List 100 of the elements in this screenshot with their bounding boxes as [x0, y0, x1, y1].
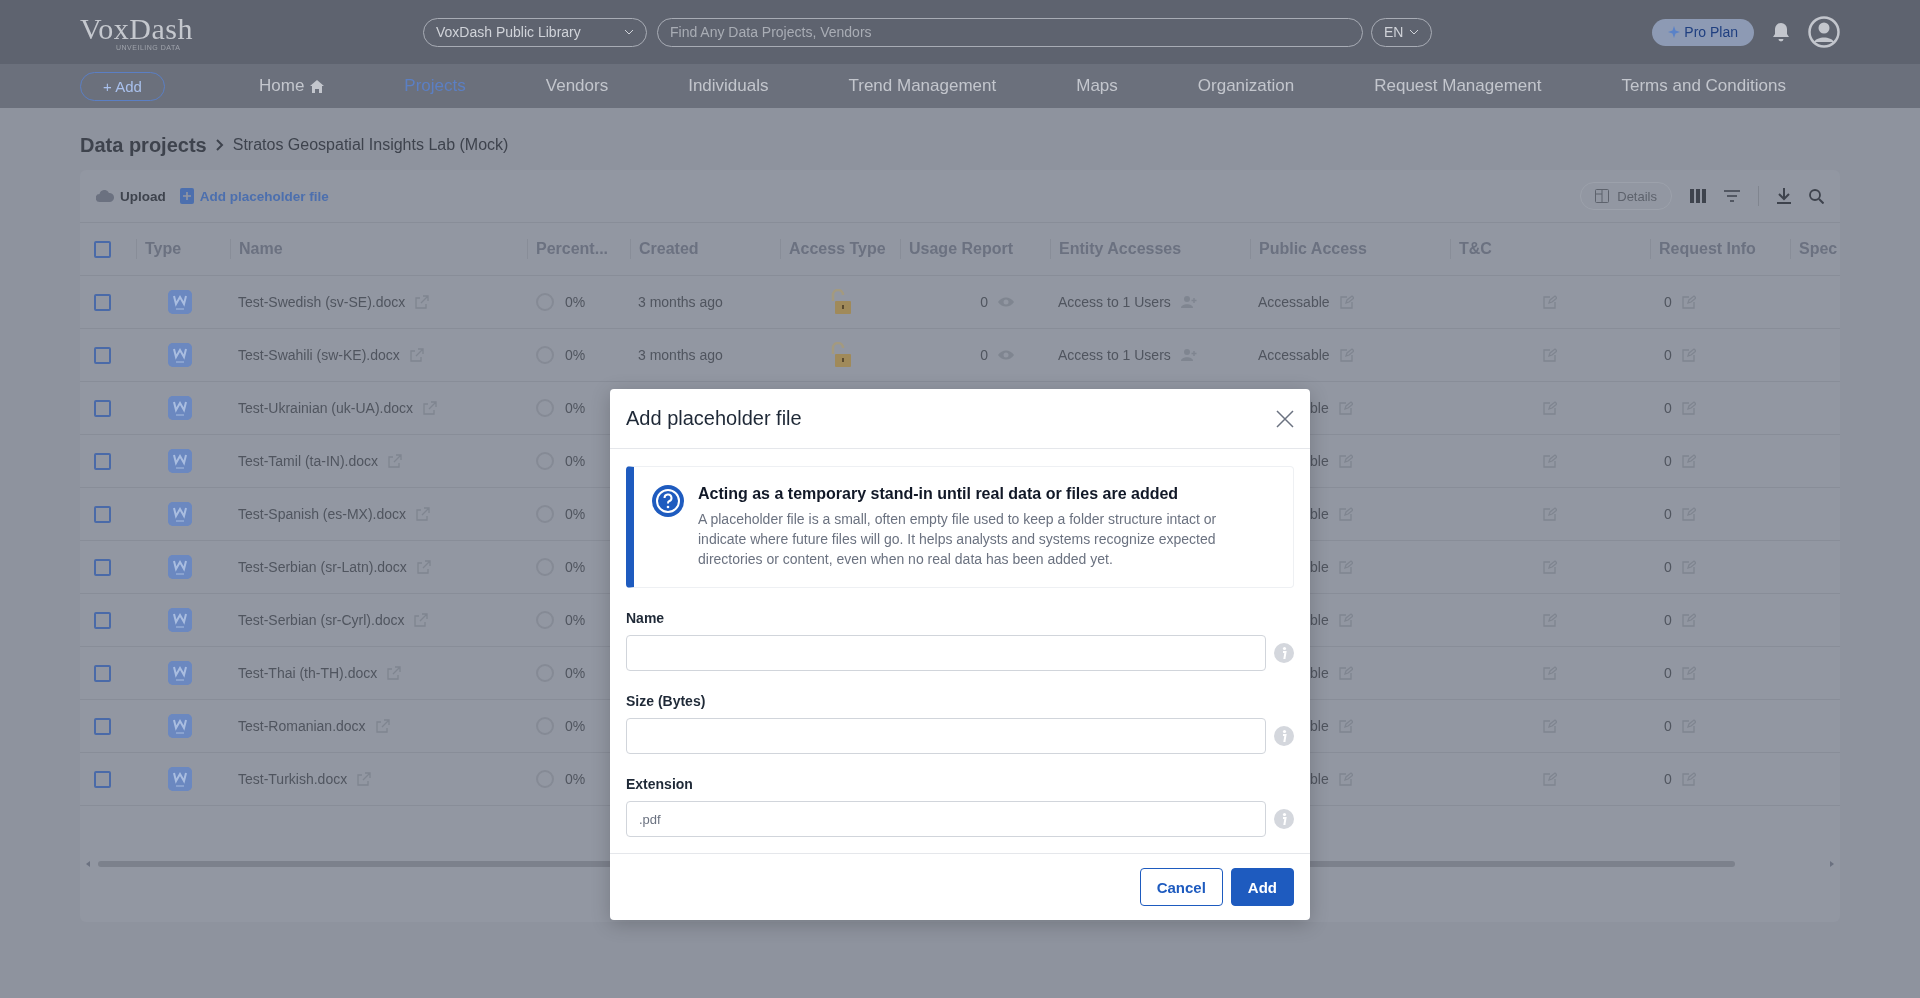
- file-name[interactable]: Test-Serbian (sr-Cyrl).docx: [238, 612, 405, 628]
- word-document-icon: [168, 396, 192, 420]
- bell-icon[interactable]: [1772, 22, 1790, 42]
- percent-text: 0%: [565, 453, 586, 469]
- nav-item[interactable]: Terms and Conditions: [1621, 76, 1786, 96]
- search-field[interactable]: Find Any Data Projects, Vendors: [657, 17, 1363, 47]
- created-text: 3 months ago: [638, 347, 723, 363]
- field-label: Name: [626, 610, 666, 626]
- file-name[interactable]: Test-Turkish.docx: [238, 771, 348, 787]
- usage-count: 0: [980, 347, 988, 363]
- word-document-icon: [168, 714, 192, 738]
- file-name[interactable]: Test-Swahili (sw-KE).docx: [238, 347, 400, 363]
- nav-item[interactable]: Home: [259, 76, 325, 96]
- public-access-text: ble: [1310, 718, 1329, 734]
- percent-text: 0%: [565, 718, 586, 734]
- public-access-text: ble: [1310, 665, 1329, 681]
- percent-text: 0%: [565, 506, 586, 522]
- download-icon[interactable]: [1777, 188, 1791, 204]
- request-count: 0: [1664, 347, 1672, 363]
- public-access-text: ble: [1310, 453, 1329, 469]
- row-checkbox[interactable]: [94, 452, 111, 470]
- info-title: Acting as a temporary stand-in until real data or files are added: [698, 485, 1180, 503]
- percent-text: 0%: [565, 665, 586, 681]
- breadcrumb-current: Stratos Geospatial Insights Lab (Mock): [232, 136, 509, 154]
- add-placeholder-button[interactable]: Add placeholder file: [179, 188, 329, 204]
- request-count: 0: [1664, 453, 1672, 469]
- info-icon: [1274, 809, 1294, 829]
- padlock-icon: [829, 342, 851, 368]
- file-name[interactable]: Test-Tamil (ta-IN).docx: [238, 453, 379, 469]
- nav-item[interactable]: Vendors: [545, 76, 609, 96]
- entity-access-text: Access to 1 Users: [1058, 347, 1171, 363]
- public-access-text: ble: [1310, 559, 1329, 575]
- chevron-icon: [214, 139, 225, 151]
- home-icon: [310, 79, 325, 93]
- request-count: 0: [1664, 506, 1672, 522]
- question-icon: [652, 485, 684, 517]
- public-access-text: ble: [1310, 400, 1329, 416]
- columns-icon[interactable]: [1690, 189, 1706, 203]
- row-checkbox[interactable]: [94, 505, 111, 523]
- info-text: A placeholder file is a small, often empty file used to keep a folder structure intact or indicate where future files will go. It helps analysts and systems recognize expected directories or content, even when no real data has been added yet.: [698, 510, 1218, 569]
- created-text: 3 months ago: [638, 294, 723, 310]
- nav-item[interactable]: Maps: [1076, 76, 1118, 96]
- text-field[interactable]: [626, 635, 1266, 671]
- text-field[interactable]: [626, 718, 1266, 754]
- request-count: 0: [1664, 665, 1672, 681]
- logo[interactable]: VoxDash: [80, 13, 193, 44]
- row-checkbox[interactable]: [94, 664, 111, 682]
- sparkle-icon: [1668, 26, 1681, 38]
- nav-item[interactable]: Request Management: [1374, 76, 1542, 96]
- search-icon[interactable]: [1809, 188, 1824, 204]
- request-count: 0: [1664, 400, 1672, 416]
- file-name[interactable]: Test-Swedish (sv-SE).docx: [238, 294, 406, 310]
- avatar-icon[interactable]: [1808, 16, 1840, 48]
- file-name[interactable]: Test-Thai (th-TH).docx: [238, 665, 378, 681]
- percent-text: 0%: [565, 347, 586, 363]
- filter-icon[interactable]: [1724, 190, 1740, 202]
- row-checkbox[interactable]: [94, 611, 111, 629]
- entity-access-text: Access to 1 Users: [1058, 294, 1171, 310]
- public-access-text: ble: [1310, 771, 1329, 787]
- row-checkbox[interactable]: [94, 558, 111, 576]
- percent-text: 0%: [565, 294, 586, 310]
- text-field[interactable]: .pdf: [626, 801, 1266, 837]
- row-checkbox[interactable]: [94, 346, 111, 364]
- word-document-icon: [168, 290, 192, 314]
- nav-item[interactable]: Trend Management: [848, 76, 997, 96]
- dialog-title: Add placeholder file: [626, 407, 802, 430]
- select-all-checkbox[interactable]: [94, 240, 111, 258]
- percent-text: 0%: [565, 612, 586, 628]
- nav-item[interactable]: Organization: [1197, 76, 1295, 96]
- row-checkbox[interactable]: [94, 293, 111, 311]
- breadcrumb-link[interactable]: Data projects: [80, 133, 207, 157]
- file-name[interactable]: Test-Spanish (es-MX).docx: [238, 506, 407, 522]
- request-count: 0: [1664, 612, 1672, 628]
- row-checkbox[interactable]: [94, 717, 111, 735]
- request-count: 0: [1664, 718, 1672, 734]
- percent-text: 0%: [565, 400, 586, 416]
- field-label: Size (Bytes): [626, 693, 707, 709]
- word-document-icon: [168, 661, 192, 685]
- nav-item[interactable]: Individuals: [688, 76, 769, 96]
- add-file-icon: [179, 188, 194, 204]
- pro-plan-button[interactable]: Pro Plan: [1652, 18, 1754, 46]
- word-document-icon: [168, 555, 192, 579]
- percent-text: 0%: [565, 771, 586, 787]
- cloud-icon: [96, 189, 114, 203]
- row-checkbox[interactable]: [94, 770, 111, 788]
- cancel-button[interactable]: Cancel: [1139, 868, 1223, 906]
- file-name[interactable]: Test-Romanian.docx: [238, 718, 366, 734]
- file-name[interactable]: Test-Ukrainian (uk-UA).docx: [238, 400, 414, 416]
- upload-button[interactable]: Upload: [96, 188, 166, 204]
- request-count: 0: [1664, 294, 1672, 310]
- padlock-icon: [829, 289, 851, 315]
- panel-icon: [1595, 189, 1610, 203]
- file-name[interactable]: Test-Serbian (sr-Latn).docx: [238, 559, 407, 575]
- close-button[interactable]: [1276, 409, 1294, 428]
- add-button[interactable]: Add: [1230, 868, 1294, 906]
- public-access-text: ble: [1310, 506, 1329, 522]
- field-label: Extension: [626, 776, 694, 792]
- word-document-icon: [168, 502, 192, 526]
- chevron-down-icon: [624, 29, 634, 35]
- row-checkbox[interactable]: [94, 399, 111, 417]
